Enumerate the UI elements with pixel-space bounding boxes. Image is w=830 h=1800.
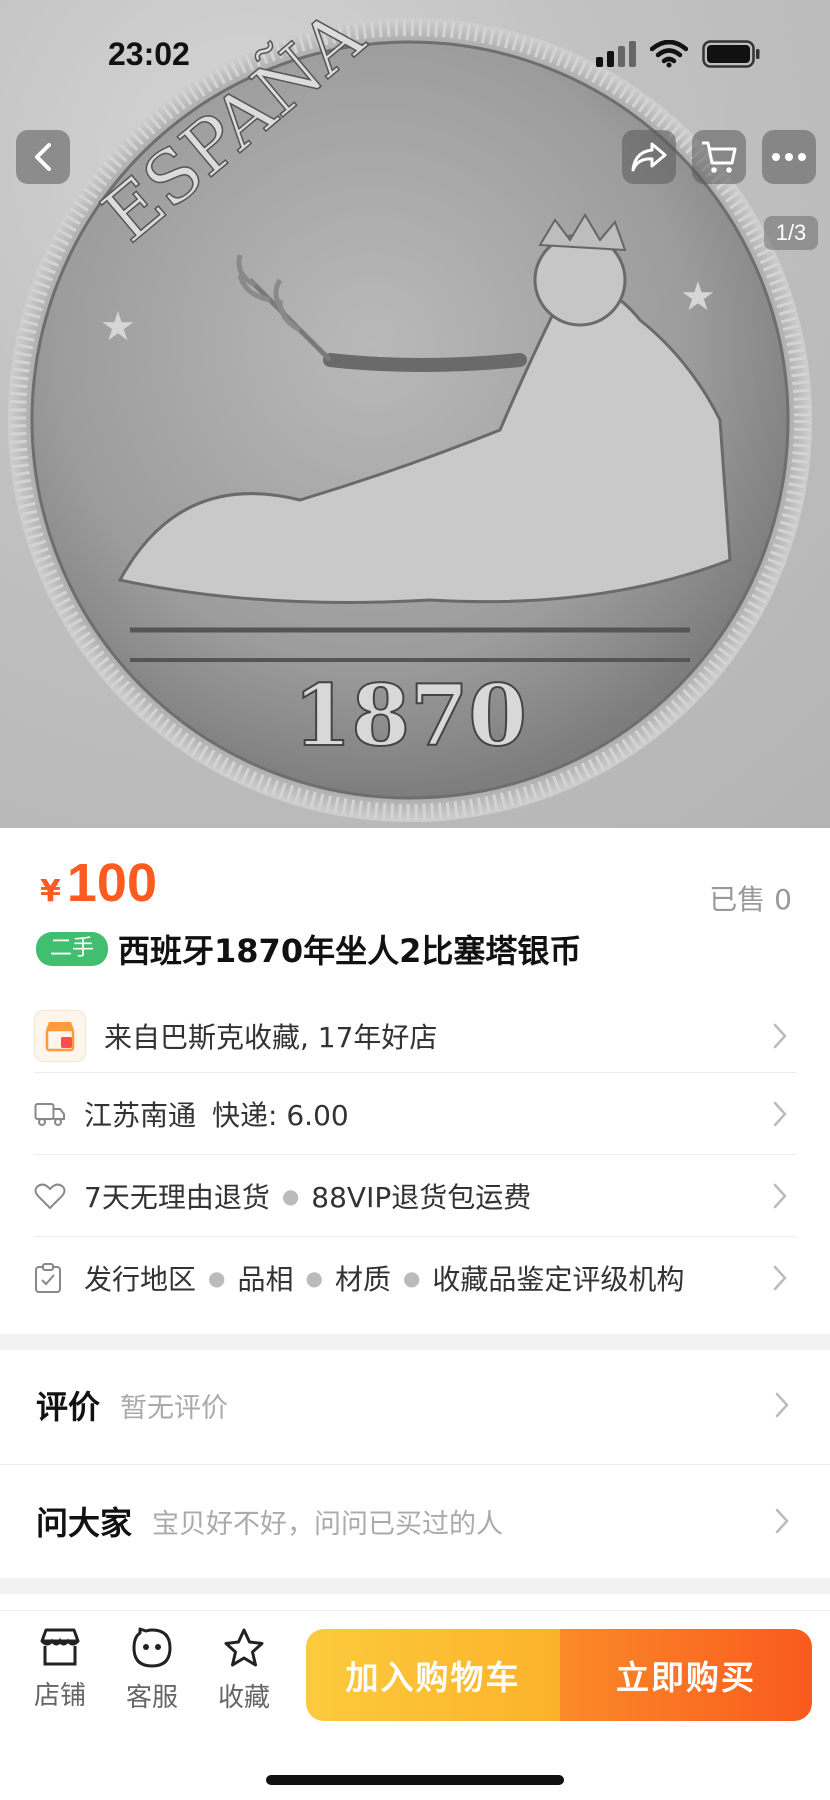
- wifi-icon: [650, 40, 688, 68]
- separator-dot: ●: [305, 1266, 323, 1290]
- divider: [34, 1236, 796, 1237]
- service-face-icon: [132, 1627, 172, 1668]
- shop-row-text: 来自巴斯克收藏, 17年好店: [104, 1021, 438, 1054]
- param-item: 材质: [334, 1263, 391, 1296]
- divider: [34, 1072, 796, 1073]
- section-gap: [0, 1578, 830, 1594]
- chevron-right-icon: [775, 1392, 789, 1418]
- separator-dot: ●: [208, 1266, 226, 1290]
- svg-text:★: ★: [680, 274, 716, 320]
- service-row[interactable]: 7天无理由退货 ● 88VIP退货包运费: [34, 1156, 794, 1236]
- status-icons: [596, 40, 760, 68]
- svg-text:★: ★: [100, 304, 136, 350]
- price-value: 100: [66, 853, 157, 913]
- product-image-gallery[interactable]: ESPAÑA ★ ★ 1870 23:02 1/3: [0, 0, 830, 828]
- favorite-tab[interactable]: 收藏: [204, 1627, 284, 1714]
- price: ¥ 100: [40, 852, 157, 914]
- divider: [34, 1154, 796, 1155]
- qa-sub: 宝贝好不好，问问已买过的人: [152, 1508, 504, 1540]
- section-gap: [0, 1334, 830, 1350]
- param-item: 品相: [237, 1263, 294, 1296]
- signal-icon: [596, 41, 636, 67]
- back-button[interactable]: [16, 130, 70, 184]
- divider: [0, 1464, 830, 1465]
- chevron-right-icon: [775, 1508, 789, 1534]
- service-item: 7天无理由退货: [84, 1181, 270, 1214]
- heart-icon: [34, 1182, 68, 1210]
- reviews-row[interactable]: 评价 暂无评价: [36, 1350, 796, 1460]
- status-bar: 23:02: [0, 0, 830, 110]
- shop-tab-label: 店铺: [33, 1681, 86, 1711]
- gallery-page-indicator: 1/3: [764, 216, 818, 250]
- cart-icon: [702, 141, 737, 173]
- separator-dot: ●: [281, 1184, 300, 1208]
- param-item: 收藏品鉴定评级机构: [432, 1263, 685, 1296]
- price-currency: ¥: [40, 874, 61, 909]
- chevron-right-icon: [773, 1265, 787, 1291]
- shipping-method: 快递: 6.00: [212, 1099, 349, 1132]
- add-to-cart-button[interactable]: 加入购物车: [306, 1629, 560, 1721]
- title-row: 二手 西班牙1870年坐人2比塞塔银币: [36, 926, 581, 972]
- favorite-tab-label: 收藏: [217, 1683, 270, 1713]
- cart-button[interactable]: [692, 130, 746, 184]
- home-indicator: [266, 1775, 564, 1785]
- back-icon: [35, 143, 51, 171]
- shop-icon: [34, 1010, 86, 1062]
- reviews-title: 评价: [36, 1388, 101, 1426]
- shop-tab[interactable]: 店铺: [20, 1627, 100, 1712]
- share-icon: [631, 142, 667, 172]
- customer-service-tab[interactable]: 客服: [112, 1627, 192, 1714]
- service-item: 88VIP退货包运费: [311, 1181, 532, 1214]
- coin-year-text: 1870: [293, 666, 527, 765]
- sold-count: 已售 0: [709, 883, 792, 916]
- condition-tag: 二手: [36, 932, 109, 966]
- chevron-right-icon: [773, 1101, 787, 1127]
- truck-icon: [34, 1101, 68, 1127]
- product-title: 西班牙1870年坐人2比塞塔银币: [118, 932, 582, 970]
- chevron-right-icon: [773, 1023, 787, 1049]
- service-tab-label: 客服: [125, 1683, 178, 1713]
- bottom-action-bar: 店铺 客服 收藏 加入购物车 立即购买: [0, 1610, 830, 1800]
- coin-photo: ESPAÑA ★ ★ 1870: [8, 0, 812, 822]
- param-item: 发行地区: [84, 1263, 197, 1296]
- qa-title: 问大家: [36, 1504, 133, 1542]
- shipping-row[interactable]: 江苏南通 快递: 6.00: [34, 1074, 794, 1154]
- reviews-sub: 暂无评价: [120, 1392, 229, 1424]
- clipboard-icon: [34, 1262, 68, 1294]
- more-button[interactable]: [762, 130, 816, 184]
- store-icon: [40, 1628, 80, 1666]
- separator-dot: ●: [402, 1266, 421, 1290]
- share-button[interactable]: [622, 130, 676, 184]
- qa-row[interactable]: 问大家 宝贝好不好，问问已买过的人: [36, 1466, 796, 1576]
- battery-icon: [702, 40, 760, 68]
- shop-row[interactable]: 来自巴斯克收藏, 17年好店: [34, 996, 794, 1076]
- params-row[interactable]: 发行地区 ● 品相 ● 材质 ● 收藏品鉴定评级机构: [34, 1238, 794, 1318]
- shipping-origin: 江苏南通: [84, 1099, 197, 1132]
- buy-now-button[interactable]: 立即购买: [560, 1629, 812, 1721]
- chevron-right-icon: [773, 1183, 787, 1209]
- status-time: 23:02: [108, 36, 190, 72]
- star-icon: [224, 1628, 264, 1667]
- more-icon: [772, 153, 806, 161]
